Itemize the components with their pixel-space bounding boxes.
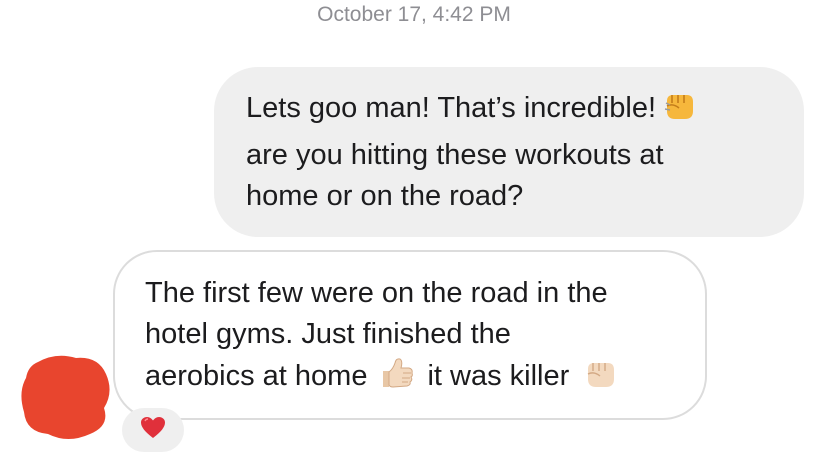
message-line: The first few were on the road in the [145,277,608,309]
message-line: home or on the road? [246,180,524,212]
outgoing-message-bubble[interactable]: Lets goo man! That’s incredible! are you… [214,67,804,237]
reaction-badge[interactable] [122,408,184,452]
message-line: are you hitting these workouts at [246,139,664,171]
message-line: hotel gyms. Just finished the [145,318,511,350]
message-line: Lets goo man! That’s incredible! [246,88,774,135]
thumbs-up-emoji-icon [379,355,415,403]
avatar-redacted[interactable] [18,352,114,440]
message-line: aerobics at home it was killer [145,355,675,403]
red-heart-icon [140,416,166,445]
fist-bump-emoji-icon [583,357,617,403]
message-timestamp: October 17, 4:42 PM [317,3,511,26]
incoming-message-bubble[interactable]: The first few were on the road in the ho… [113,250,707,420]
fist-bump-emoji-icon [662,89,696,135]
